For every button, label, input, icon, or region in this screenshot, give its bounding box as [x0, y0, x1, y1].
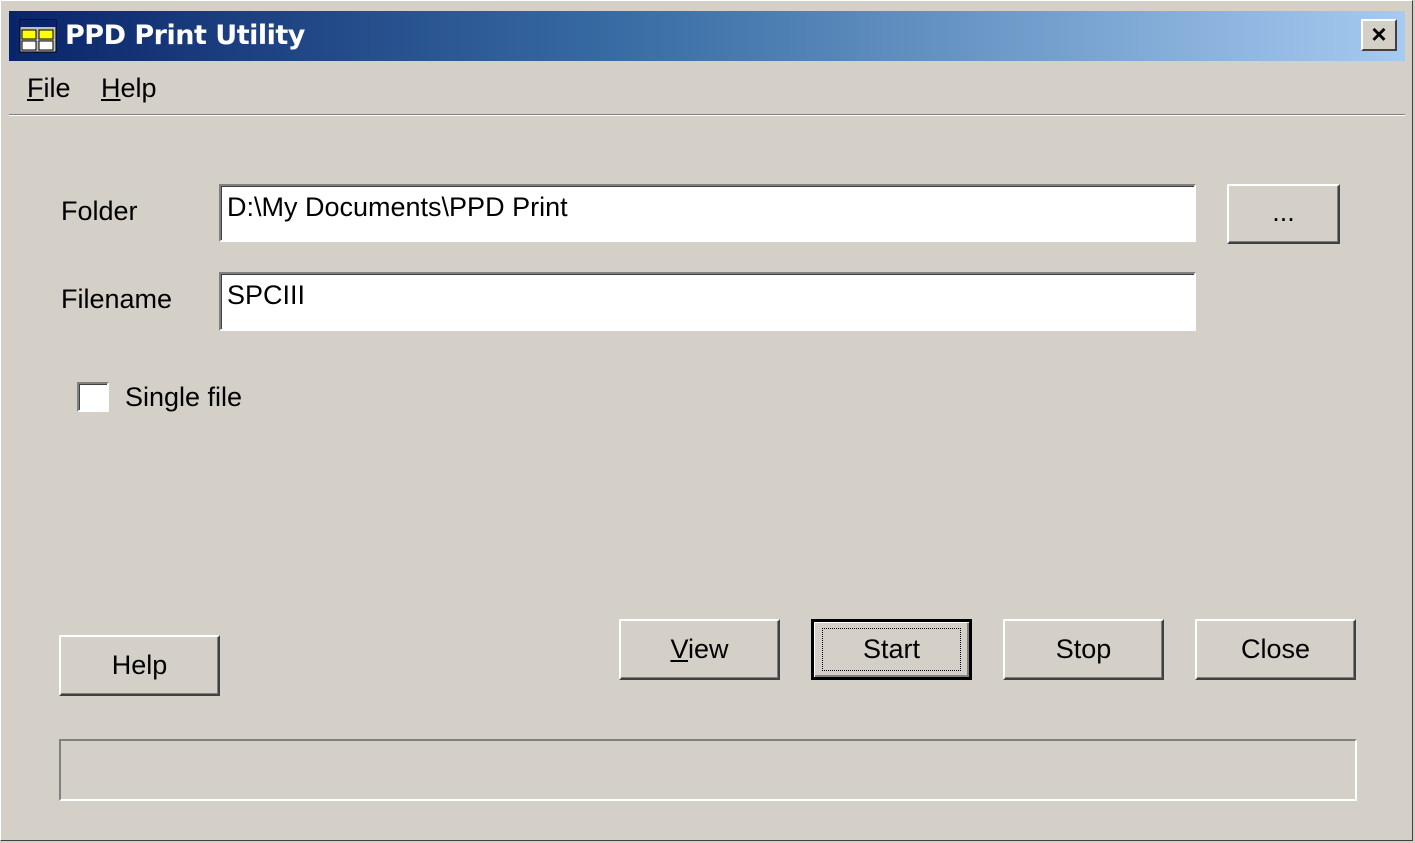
- close-button[interactable]: Close: [1195, 619, 1356, 680]
- browse-folder-button[interactable]: ...: [1227, 184, 1340, 244]
- folder-label: Folder: [61, 196, 138, 226]
- menu-help[interactable]: Help: [101, 73, 157, 104]
- app-window-icon: [19, 19, 57, 53]
- focus-indicator: [822, 628, 961, 671]
- menu-separator: [9, 114, 1405, 116]
- window-title: PPD Print Utility: [65, 20, 305, 51]
- folder-field[interactable]: D:\My Documents\PPD Print: [219, 184, 1196, 242]
- status-panel: [59, 739, 1357, 801]
- filename-label: Filename: [61, 284, 173, 314]
- view-button[interactable]: View: [619, 619, 780, 680]
- menu-file-accel: F: [27, 73, 44, 103]
- menu-bar: File Help: [9, 65, 1405, 111]
- help-button[interactable]: Help: [59, 635, 220, 696]
- filename-field[interactable]: SPCIII: [219, 272, 1196, 331]
- stop-button[interactable]: Stop: [1003, 619, 1164, 680]
- single-file-label[interactable]: Single file: [125, 382, 242, 413]
- view-button-accel: V: [670, 634, 688, 664]
- start-button[interactable]: Start: [811, 619, 972, 680]
- menu-help-accel: H: [101, 73, 121, 103]
- close-icon[interactable]: ×: [1361, 19, 1397, 51]
- menu-help-label: elp: [120, 73, 157, 103]
- app-window: PPD Print Utility × File Help Folder D:\…: [0, 0, 1413, 841]
- menu-file-label: ile: [43, 73, 71, 103]
- view-button-label: iew: [688, 634, 729, 664]
- single-file-checkbox[interactable]: [77, 382, 109, 412]
- close-glyph: ×: [1371, 19, 1387, 49]
- title-bar[interactable]: PPD Print Utility ×: [9, 11, 1405, 61]
- menu-file[interactable]: File: [27, 73, 71, 104]
